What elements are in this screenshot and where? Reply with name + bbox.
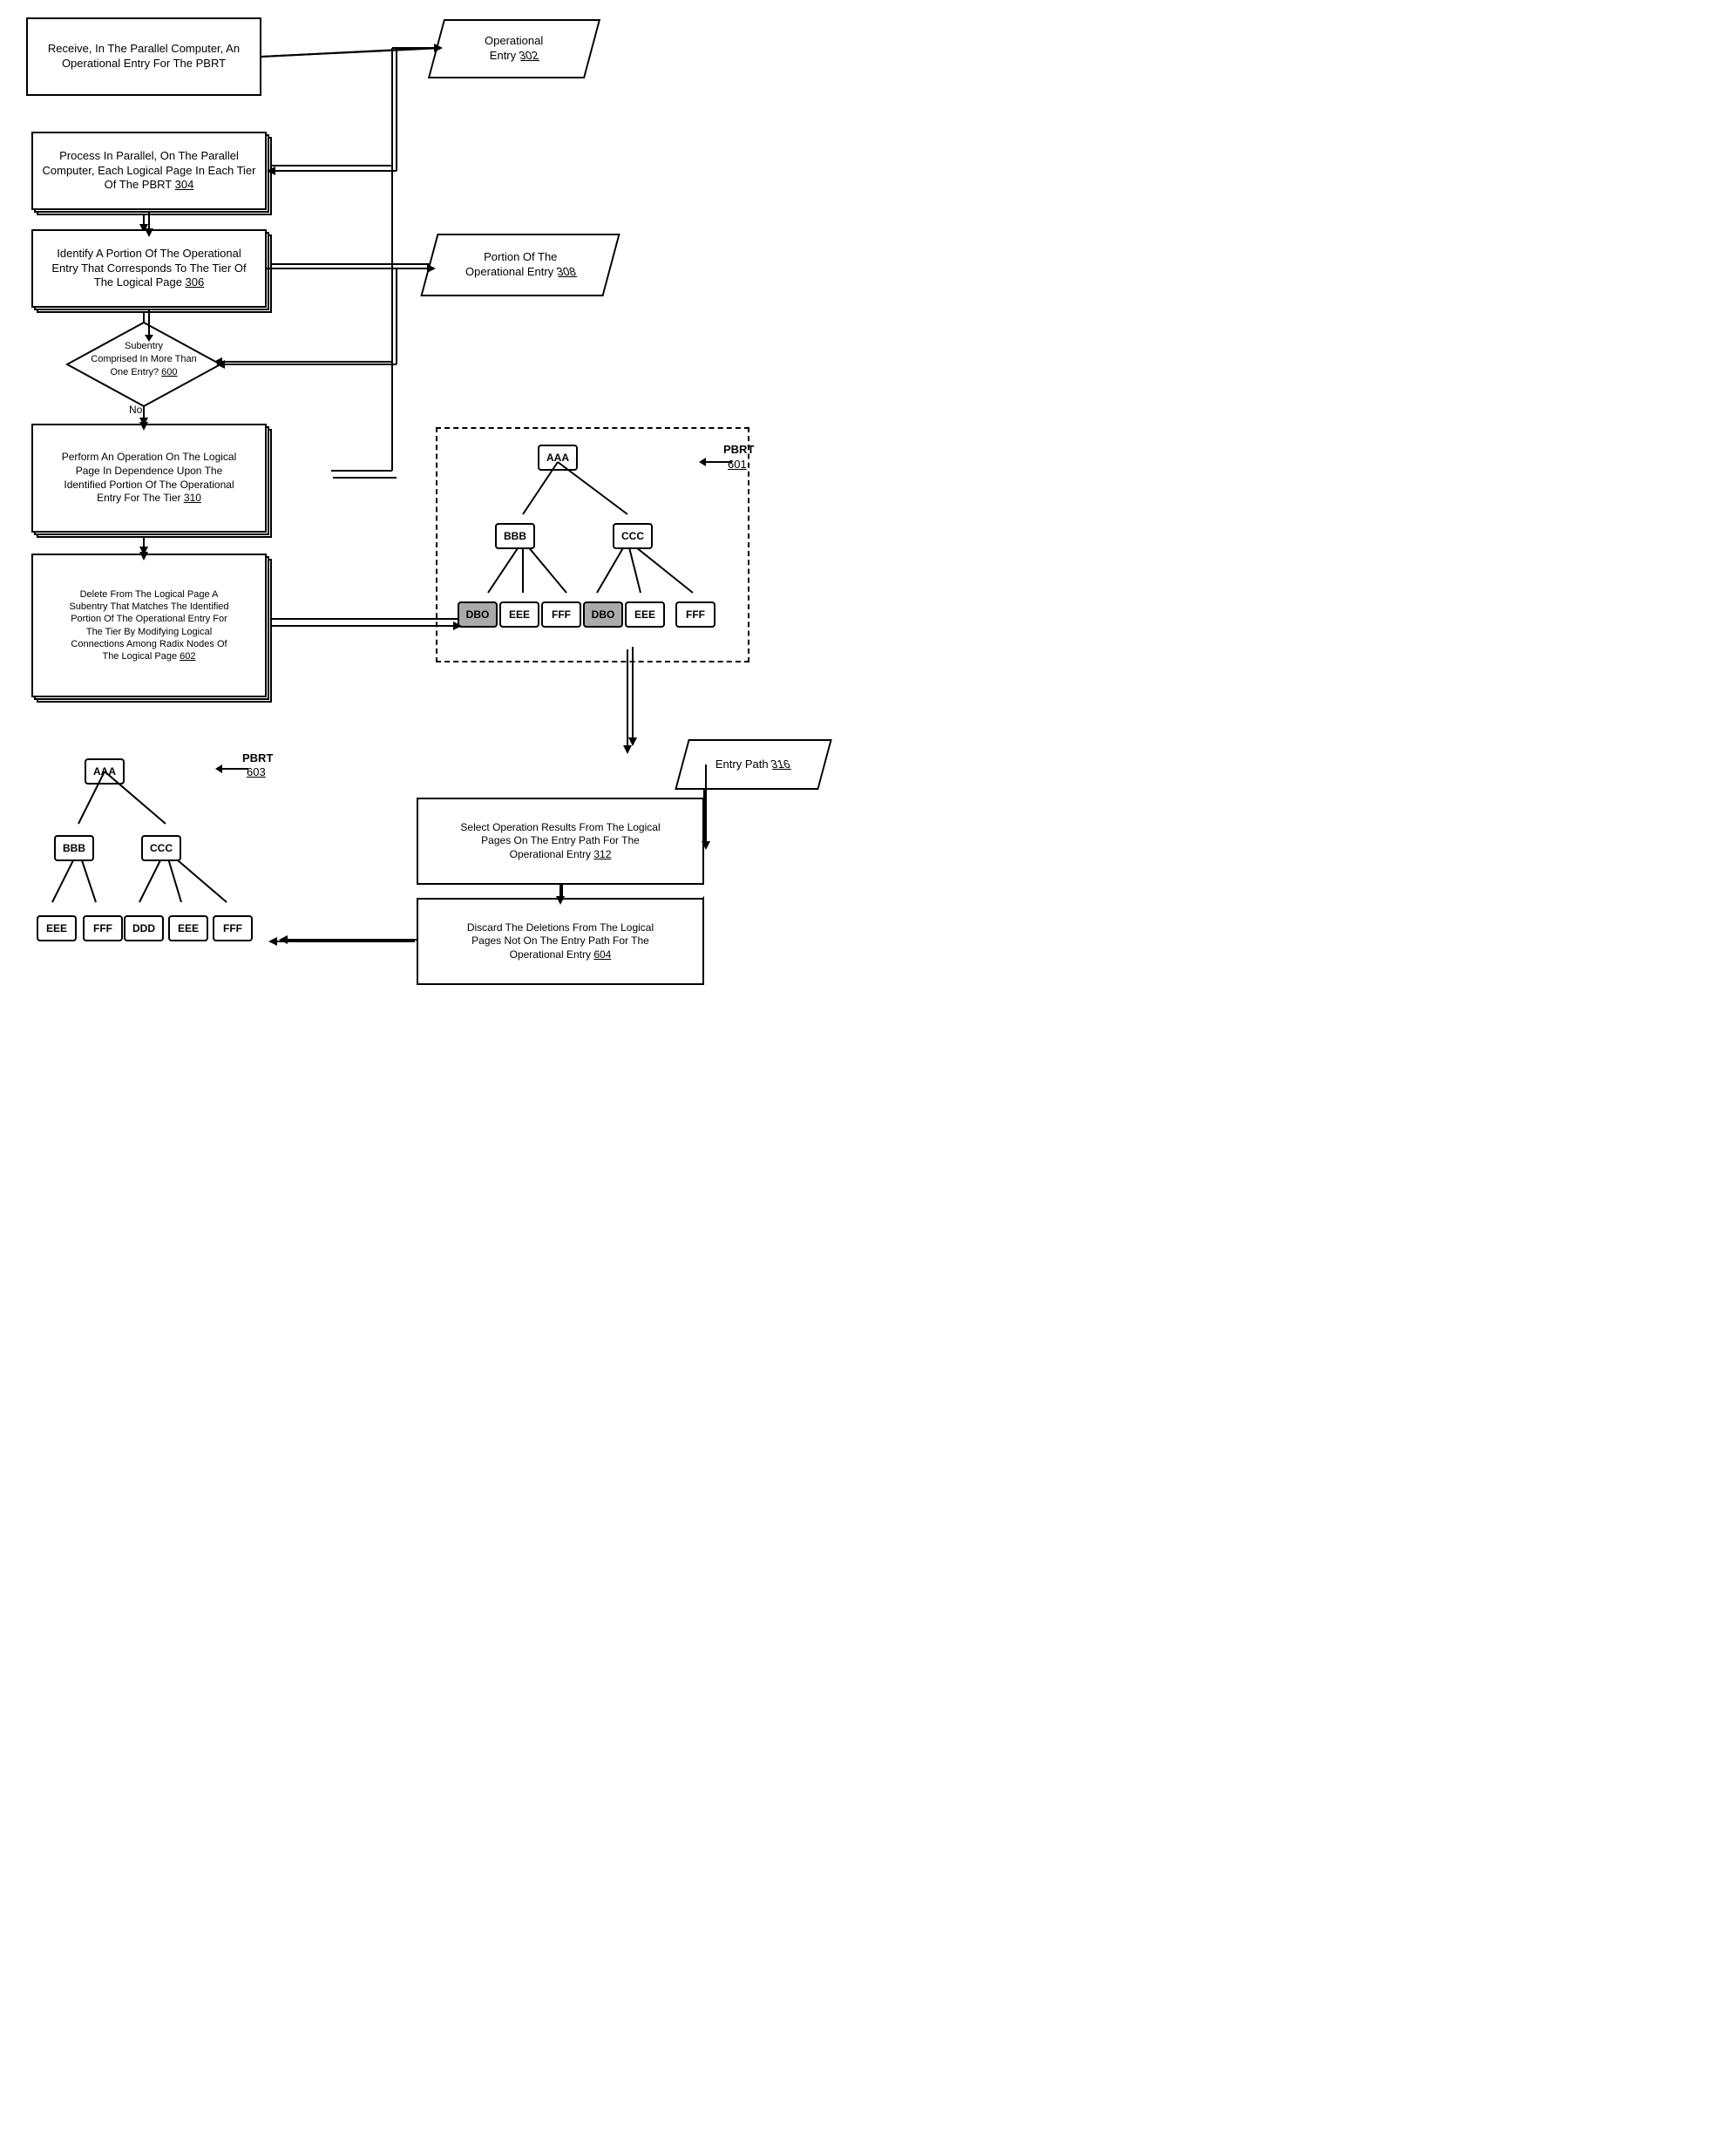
tree1-bbb: BBB xyxy=(495,523,535,549)
portion-308: Portion Of TheOperational Entry 308 xyxy=(420,234,620,296)
receive-box: Receive, In The Parallel Computer, An Op… xyxy=(26,17,261,96)
tree1-dbo2: DBO xyxy=(583,601,623,628)
tree1-dbo1: DBO xyxy=(458,601,498,628)
tree2-fff2: FFF xyxy=(213,915,253,941)
tree1-eee2: EEE xyxy=(625,601,665,628)
diamond-600: Subentry Comprised In More Than One Entr… xyxy=(65,321,222,408)
svg-text:One Entry? 600: One Entry? 600 xyxy=(110,367,177,377)
tree2-eee1: EEE xyxy=(37,915,77,941)
tree1-lines xyxy=(436,427,749,671)
tree2-bbb: BBB xyxy=(54,835,94,861)
discard-604: Discard The Deletions From The LogicalPa… xyxy=(417,898,704,985)
tree1-ccc: CCC xyxy=(613,523,653,549)
tree1-fff1: FFF xyxy=(541,601,581,628)
tree1-eee1: EEE xyxy=(499,601,539,628)
operational-entry-302: OperationalEntry 302 xyxy=(428,19,600,78)
tree1-fff2: FFF xyxy=(675,601,715,628)
tree2-fff1: FFF xyxy=(83,915,123,941)
diagram: Receive, In The Parallel Computer, An Op… xyxy=(0,0,868,1070)
entry-path-316: Entry Path 316 xyxy=(675,739,832,790)
no-label: No xyxy=(129,404,142,416)
select-312: Select Operation Results From The Logica… xyxy=(417,798,704,885)
svg-text:Comprised In More Than: Comprised In More Than xyxy=(91,354,196,364)
svg-text:Subentry: Subentry xyxy=(125,341,164,351)
tree2-ccc: CCC xyxy=(141,835,181,861)
tree2-ddd: DDD xyxy=(124,915,164,941)
tree2-eee2: EEE xyxy=(168,915,208,941)
